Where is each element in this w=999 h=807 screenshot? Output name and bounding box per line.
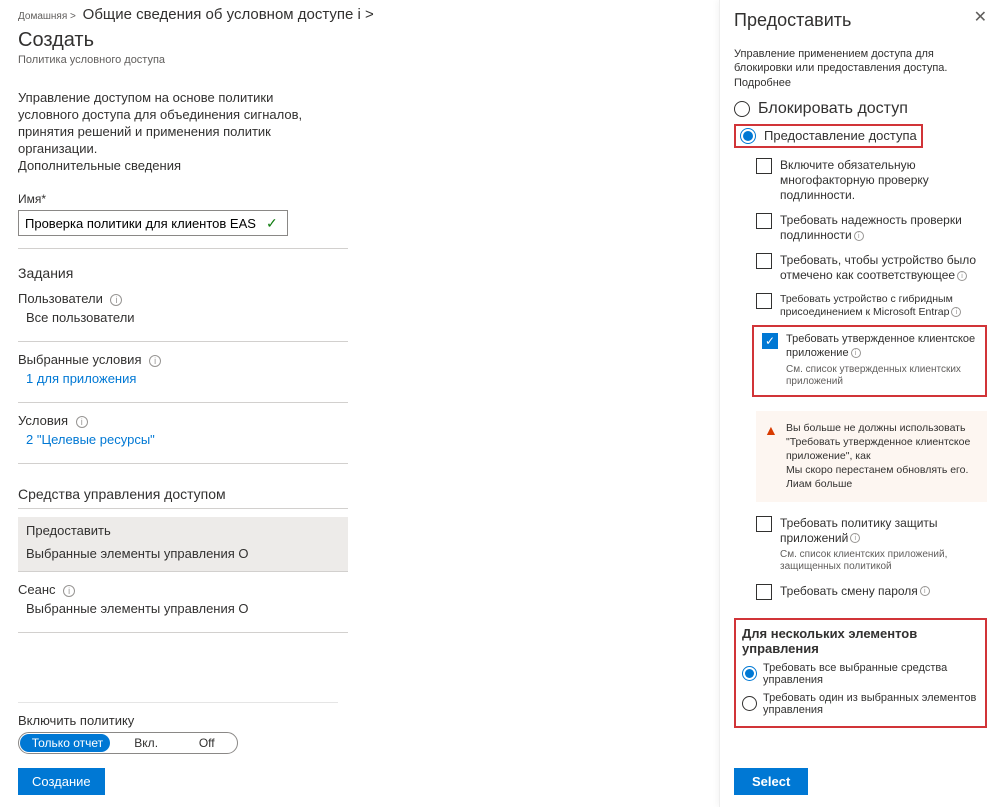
require-compliant-checkbox[interactable]: Требовать, чтобы устройство было отмечен… [734, 253, 987, 283]
users-value: Все пользователи [18, 306, 702, 329]
session-item[interactable]: Сеанс i [18, 582, 702, 597]
multiple-controls-title: Для нескольких элементов управления [742, 626, 979, 656]
require-one-radio[interactable]: Требовать один из выбранных элементов уп… [742, 692, 979, 716]
info-icon[interactable]: i [920, 586, 930, 596]
require-app-protection-checkbox[interactable]: Требовать политику защиты приложенийi См… [734, 516, 987, 574]
radio-icon [742, 666, 757, 681]
selected-conditions-label: Выбранные условия [18, 352, 142, 367]
deprecation-warning: ▲ Вы больше не должны использовать "Треб… [756, 411, 987, 502]
selected-conditions-value[interactable]: 1 для приложения [18, 367, 702, 390]
checkbox-icon [756, 293, 772, 309]
enable-policy-toggle[interactable]: Только отчет Вкл. Off [18, 732, 238, 754]
info-icon[interactable]: i [957, 271, 967, 281]
grant-access-label: Предоставление доступа [764, 128, 917, 143]
require-auth-strength-checkbox[interactable]: Требовать надежность проверки подлинност… [734, 213, 987, 243]
info-icon[interactable]: i [854, 231, 864, 241]
info-icon[interactable]: i [951, 307, 961, 317]
session-label: Сеанс [18, 582, 56, 597]
require-mfa-label: Включите обязательную многофакторную про… [780, 158, 987, 203]
checkbox-icon [756, 213, 772, 229]
grant-blade: Предоставить ✕ Управление применением до… [719, 0, 999, 807]
intro-line: принятия решений и применения политик ор… [18, 124, 348, 158]
name-label: Имя* [18, 192, 702, 206]
info-icon[interactable]: i [850, 533, 860, 543]
blade-title: Предоставить [734, 10, 851, 31]
require-one-label: Требовать один из выбранных элементов уп… [763, 692, 979, 716]
enable-policy-label: Включить политику [18, 702, 338, 728]
intro-line: Управление доступом на основе политики [18, 90, 348, 107]
warning-icon: ▲ [764, 421, 778, 440]
users-item[interactable]: Пользователи i [18, 291, 702, 306]
approved-app-sublabel[interactable]: См. список утвержденных клиентских прило… [786, 364, 981, 389]
checkbox-icon [756, 516, 772, 532]
block-access-label: Блокировать доступ [758, 100, 908, 118]
info-icon[interactable]: i [63, 585, 75, 597]
info-icon[interactable]: i [149, 355, 161, 367]
multiple-controls-section: Для нескольких элементов управления Треб… [734, 618, 987, 728]
grant-row[interactable]: Предоставить Выбранные элементы управлен… [18, 517, 348, 571]
breadcrumb: Домашняя > Общие сведения об условном до… [18, 6, 702, 23]
blade-more-link[interactable]: Подробнее [734, 77, 791, 89]
conditions-value[interactable]: 2 "Целевые ресурсы" [18, 428, 702, 451]
session-value: Выбранные элементы управления O [18, 597, 702, 620]
close-icon[interactable]: ✕ [974, 10, 987, 26]
radio-icon [734, 101, 750, 117]
breadcrumb-current[interactable]: Общие сведения об условном доступе i > [83, 6, 374, 23]
breadcrumb-home[interactable]: Домашняя > [18, 11, 76, 22]
selected-conditions-item[interactable]: Выбранные условия i [18, 352, 702, 367]
require-hybrid-label: Требовать устройство с гибридным присоед… [780, 293, 953, 318]
intro-line: условного доступа для объединения сигнал… [18, 107, 348, 124]
block-access-radio[interactable]: Блокировать доступ [734, 100, 987, 118]
warning-line: Мы скоро перестанем обновлять его. [786, 463, 977, 477]
require-approved-app-label: Требовать утвержденное клиентское прилож… [786, 333, 975, 359]
blade-desc-text: Управление применением доступа для блоки… [734, 48, 948, 74]
page-subtitle: Политика условного доступа [18, 54, 702, 66]
grant-label: Предоставить [26, 523, 340, 538]
require-compliant-label: Требовать, чтобы устройство было отмечен… [780, 253, 976, 282]
require-auth-strength-label: Требовать надежность проверки подлинност… [780, 213, 962, 242]
require-password-change-checkbox[interactable]: Требовать смену пароляi [734, 584, 987, 600]
access-controls-heading: Средства управления доступом [18, 486, 702, 502]
info-icon[interactable]: i [851, 348, 861, 358]
toggle-report-only[interactable]: Только отчет [19, 736, 116, 750]
toggle-on[interactable]: Вкл. [116, 736, 177, 750]
warning-line: Вы больше не должны использовать "Требов… [786, 421, 977, 464]
checkbox-icon [756, 253, 772, 269]
grant-value: Выбранные элементы управления O [26, 538, 340, 565]
conditions-label: Условия [18, 413, 68, 428]
require-approved-app-checkbox[interactable]: Требовать утвержденное клиентское прилож… [758, 333, 981, 389]
policy-name-input[interactable] [18, 210, 288, 236]
info-icon[interactable]: i [110, 294, 122, 306]
require-mfa-checkbox[interactable]: Включите обязательную многофакторную про… [734, 158, 987, 203]
toggle-off[interactable]: Off [176, 736, 237, 750]
select-button[interactable]: Select [734, 768, 808, 795]
info-icon[interactable]: i [76, 416, 88, 428]
blade-description: Управление применением доступа для блоки… [734, 47, 987, 90]
radio-icon [740, 128, 756, 144]
require-password-change-label: Требовать смену пароля [780, 584, 918, 598]
radio-icon [742, 696, 757, 711]
grant-access-radio[interactable]: Предоставление доступа [740, 128, 917, 144]
create-button[interactable]: Создание [18, 768, 105, 795]
learn-more-link[interactable]: Дополнительные сведения [18, 158, 348, 175]
checkbox-icon [756, 584, 772, 600]
assignments-heading: Задания [18, 265, 702, 281]
require-hybrid-checkbox[interactable]: Требовать устройство с гибридным присоед… [734, 293, 987, 319]
checkmark-icon: ✓ [266, 215, 278, 232]
users-label: Пользователи [18, 291, 103, 306]
warning-link[interactable]: Лиам больше [786, 477, 977, 491]
page-title: Создать [18, 29, 702, 52]
require-all-radio[interactable]: Требовать все выбранные средства управле… [742, 662, 979, 686]
checkbox-icon [756, 158, 772, 174]
require-all-label: Требовать все выбранные средства управле… [763, 662, 979, 686]
checkbox-icon [762, 333, 778, 349]
app-protection-sublabel[interactable]: См. список клиентских приложений, защище… [780, 549, 987, 574]
intro-text: Управление доступом на основе политики у… [18, 90, 348, 174]
conditions-item[interactable]: Условия i [18, 413, 702, 428]
